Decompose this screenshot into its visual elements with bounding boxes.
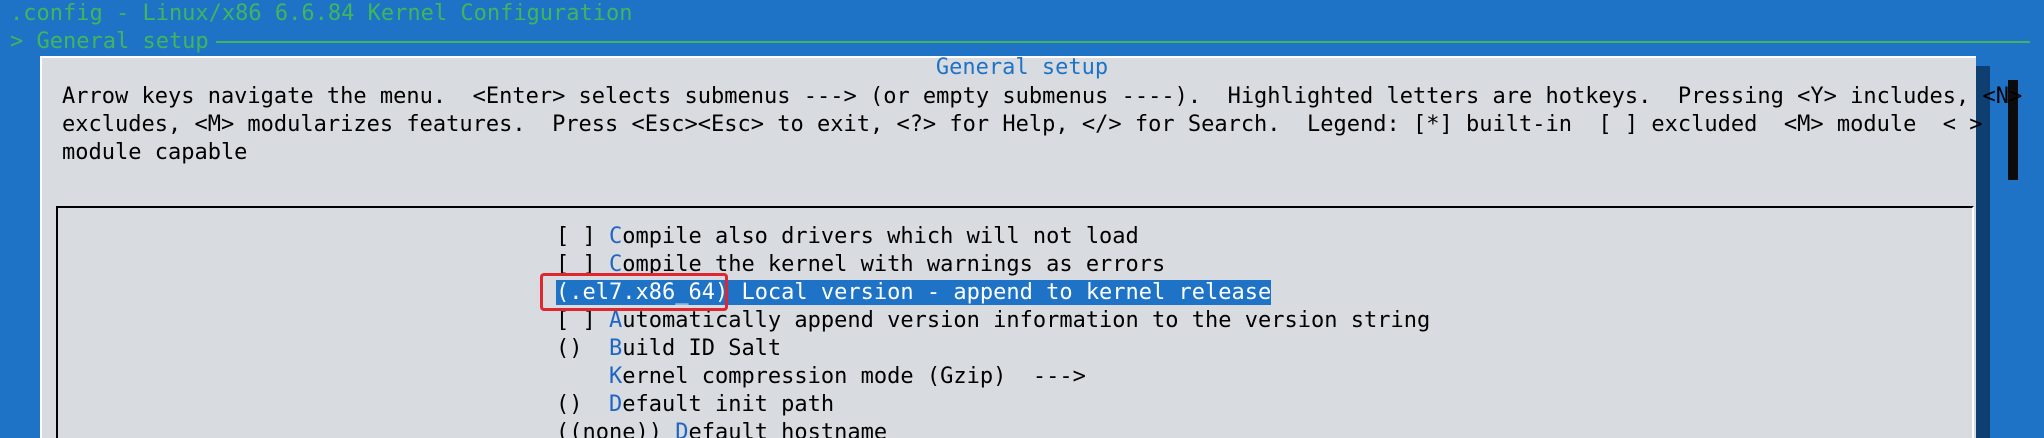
menu-item-default-hostname[interactable]: ((none)) Default hostname	[556, 419, 1430, 438]
item-label: uild ID Salt	[622, 336, 782, 361]
item-label: utomatically append version information …	[622, 308, 1431, 333]
help-line: excludes, <M> modularizes features. Pres…	[62, 112, 1983, 137]
item-label: ocal version - append to kernel release	[754, 280, 1272, 305]
item-hotkey: B	[608, 336, 623, 361]
window-title: .config - Linux/x86 6.6.84 Kernel Config…	[10, 1, 633, 26]
help-line: Arrow keys navigate the menu. <Enter> se…	[62, 84, 2023, 109]
item-value: ((none))	[556, 420, 676, 438]
item-state: [ ]	[556, 224, 609, 249]
item-state	[556, 364, 609, 389]
item-state: [ ]	[556, 308, 609, 333]
item-value: ()	[556, 336, 609, 361]
help-line: module capable	[62, 140, 248, 165]
dialog-title: General setup	[935, 55, 1109, 80]
breadcrumb-rule	[216, 41, 2030, 43]
item-hotkey: D	[675, 420, 689, 438]
item-label: efault init path	[622, 392, 835, 417]
menu-list: [ ] Compile also drivers which will not …	[556, 223, 1430, 438]
item-label: efault hostname	[688, 420, 888, 438]
menu-item-kernel-compression[interactable]: Kernel compression mode (Gzip) --->	[556, 363, 1430, 391]
item-hotkey: A	[608, 308, 623, 333]
item-hotkey: C	[608, 224, 623, 249]
breadcrumb: > General setup	[10, 29, 209, 54]
menu-item-build-id-salt[interactable]: () Build ID Salt	[556, 335, 1430, 363]
menu-item-compile-drivers[interactable]: [ ] Compile also drivers which will not …	[556, 223, 1430, 251]
item-label: ompile also drivers which will not load	[622, 224, 1139, 249]
terminal-screen: .config - Linux/x86 6.6.84 Kernel Config…	[0, 0, 2044, 438]
item-hotkey: K	[608, 364, 623, 389]
item-hotkey: L	[741, 280, 755, 305]
item-hotkey: D	[608, 392, 623, 417]
item-value: ()	[556, 392, 609, 417]
item-label: ernel compression mode (Gzip) --->	[622, 364, 1086, 389]
menu-item-auto-append-version[interactable]: [ ] Automatically append version informa…	[556, 307, 1430, 335]
menu-item-default-init-path[interactable]: () Default init path	[556, 391, 1430, 419]
help-text: Arrow keys navigate the menu. <Enter> se…	[62, 83, 2023, 167]
red-highlight-annotation	[540, 273, 728, 311]
